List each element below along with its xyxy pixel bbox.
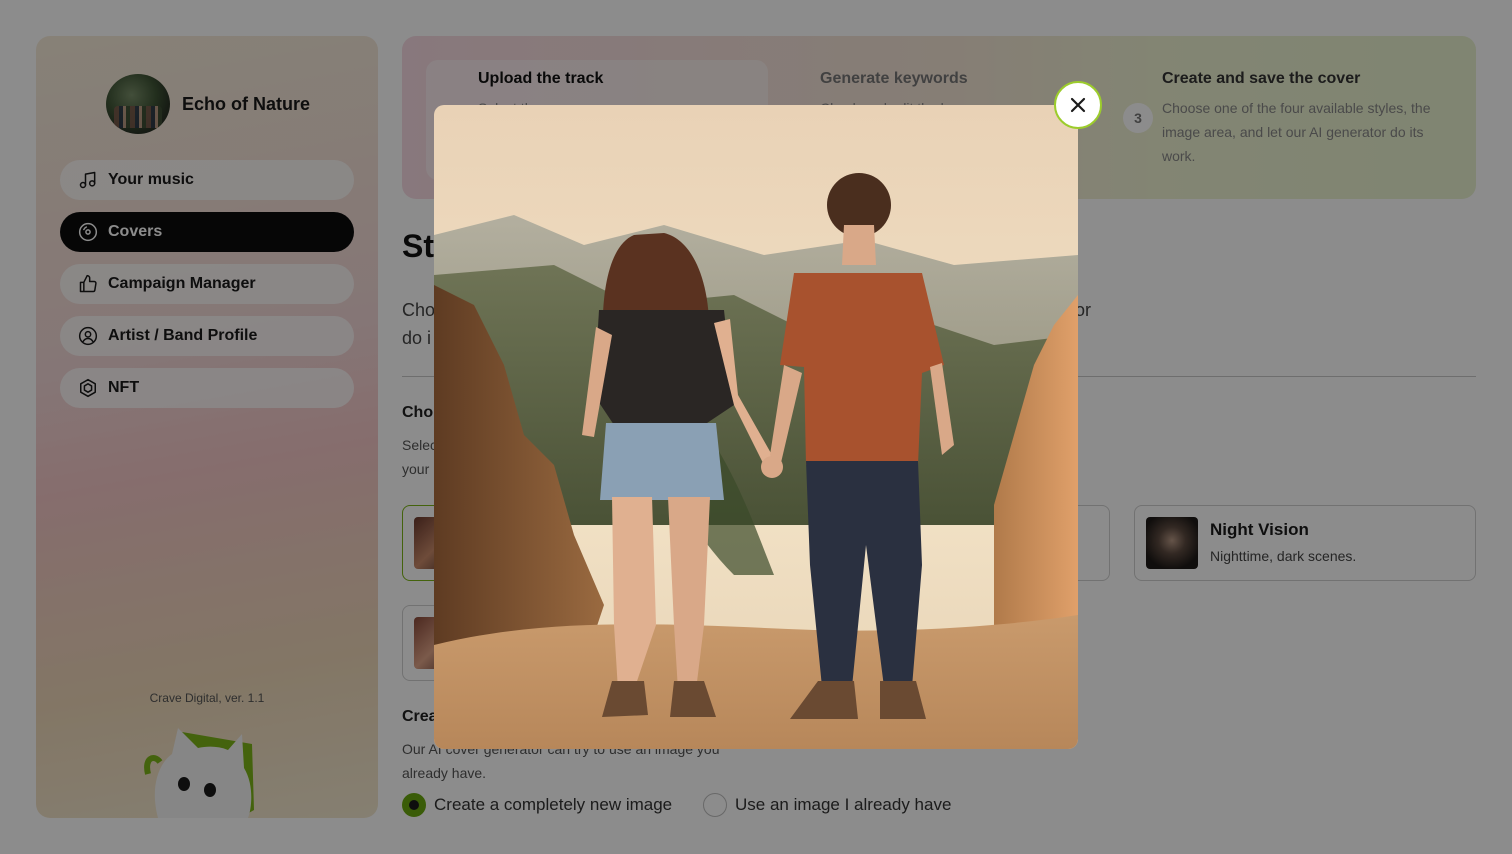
close-icon (1068, 95, 1088, 115)
close-modal-button[interactable] (1054, 81, 1102, 129)
couple-canyon-illustration (434, 105, 1078, 749)
cover-preview-image (434, 105, 1078, 749)
